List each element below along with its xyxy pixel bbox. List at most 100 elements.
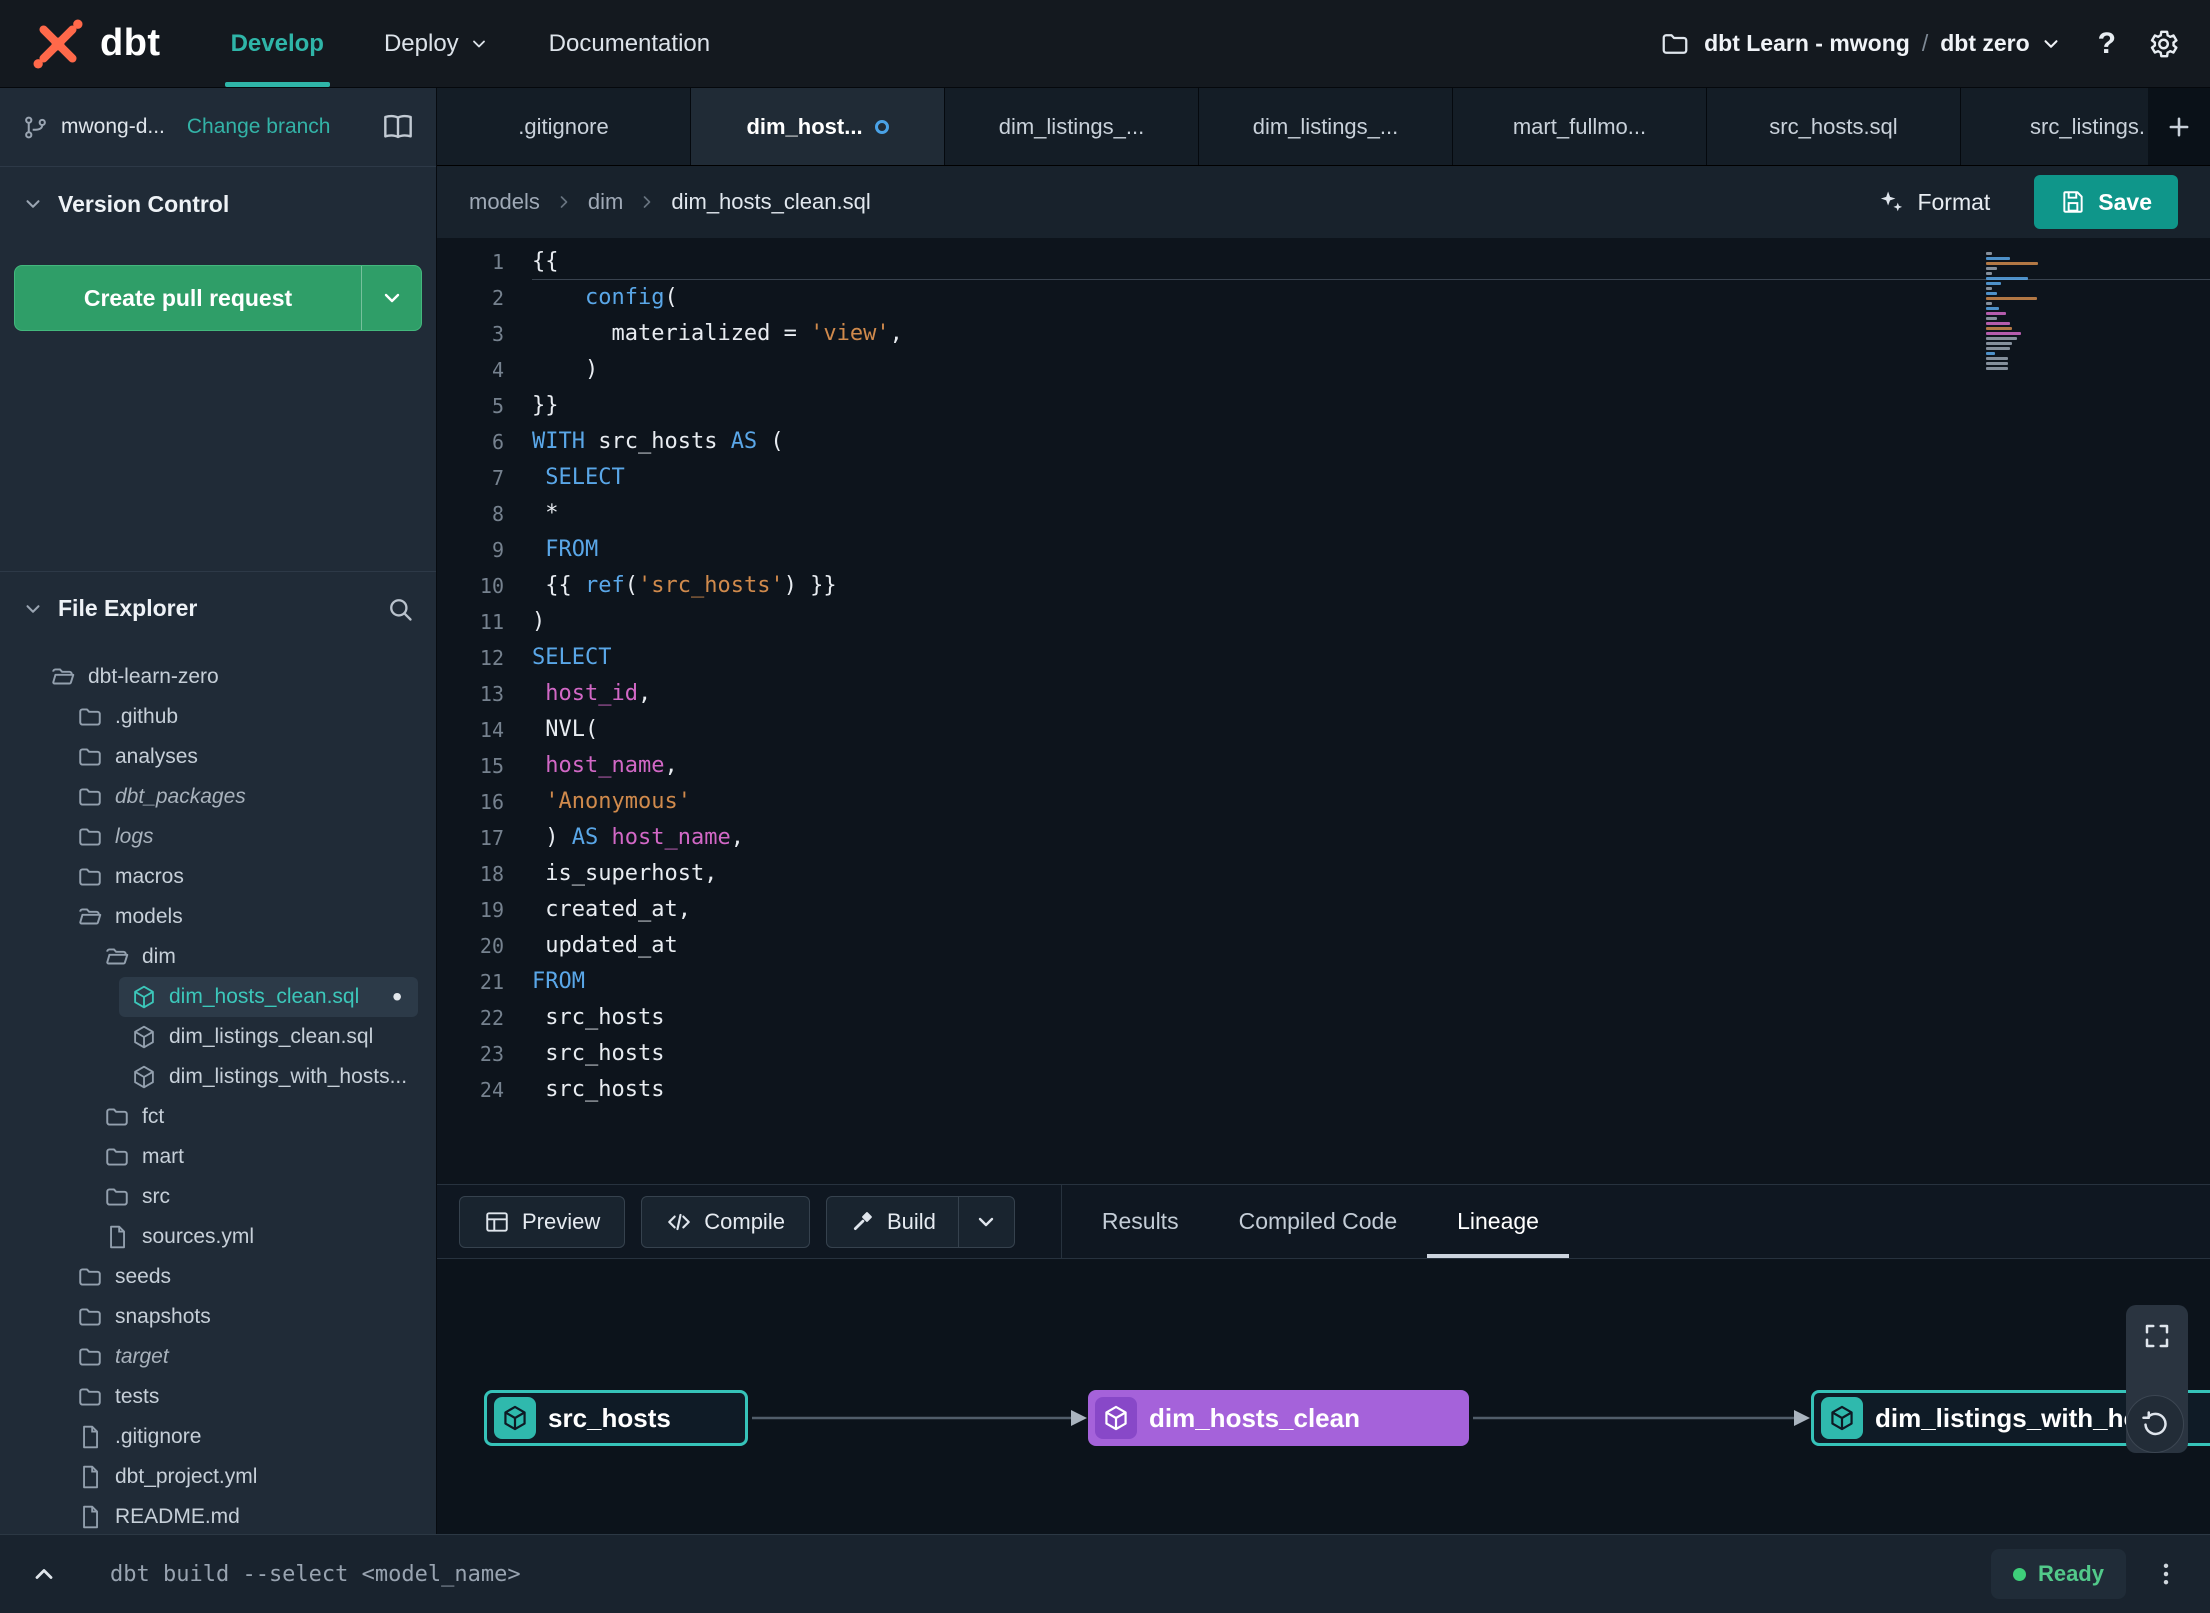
change-branch-link[interactable]: Change branch	[187, 115, 331, 139]
expand-command-panel-button[interactable]	[30, 1560, 70, 1588]
code-line[interactable]: 23 src_hosts	[437, 1036, 2210, 1072]
tree-item-mart[interactable]: mart	[0, 1137, 436, 1177]
new-tab-button[interactable]	[2148, 88, 2210, 165]
editor-tab[interactable]: .gitignore	[437, 88, 691, 165]
dbt-home-button[interactable]: dbt	[30, 0, 161, 87]
code-line[interactable]: 14 NVL(	[437, 712, 2210, 748]
code-text: SELECT	[532, 640, 2210, 676]
editor-tab-label: dim_listings_...	[998, 113, 1145, 139]
breadcrumb-item[interactable]: dim_hosts_clean.sql	[671, 189, 870, 215]
folder-icon	[104, 1144, 130, 1170]
editor-tab[interactable]: mart_fullmo...	[1453, 88, 1707, 165]
tree-item-gitignore[interactable]: .gitignore	[0, 1417, 436, 1457]
code-line[interactable]: 18 is_superhost,	[437, 856, 2210, 892]
help-button[interactable]: ?	[2098, 27, 2116, 61]
settings-button[interactable]	[2146, 27, 2180, 61]
code-token: (	[624, 573, 638, 598]
lineage-node-src-hosts[interactable]: src_hosts	[484, 1390, 748, 1446]
version-control-header[interactable]: Version Control	[0, 167, 436, 241]
tree-item-dim-listings-clean-sql[interactable]: dim_listings_clean.sql	[0, 1017, 436, 1057]
code-line[interactable]: 21 FROM	[437, 964, 2210, 1000]
minimap[interactable]	[1986, 252, 2040, 372]
refresh-icon	[2142, 1411, 2167, 1436]
tree-item-readme-md[interactable]: README.md	[0, 1497, 436, 1534]
lineage-panel[interactable]: src_hosts dim_hosts_clean dim_listings_w…	[437, 1259, 2210, 1534]
code-line[interactable]: 12 SELECT	[437, 640, 2210, 676]
minimap-line	[1986, 287, 1992, 290]
lineage-refresh-button[interactable]	[2126, 1395, 2184, 1453]
code-line[interactable]: 11)	[437, 604, 2210, 640]
breadcrumb-item[interactable]: models	[469, 189, 540, 215]
editor-tab[interactable]: dim_host...	[691, 88, 945, 165]
code-line[interactable]: 3 materialized = 'view',	[437, 316, 2210, 352]
lineage-node-dim-hosts-clean[interactable]: dim_hosts_clean	[1088, 1390, 1469, 1446]
editor-tab[interactable]: dim_listings_...	[945, 88, 1199, 165]
nav-deploy[interactable]: Deploy	[354, 0, 519, 87]
code-line[interactable]: 6 WITH src_hosts AS (	[437, 424, 2210, 460]
nav-documentation[interactable]: Documentation	[519, 0, 740, 87]
tree-item-tests[interactable]: tests	[0, 1377, 436, 1417]
preview-button[interactable]: Preview	[459, 1195, 626, 1248]
tree-item-analyses[interactable]: analyses	[0, 737, 436, 777]
code-line[interactable]: 15 host_name,	[437, 748, 2210, 784]
tree-item-dbt-packages[interactable]: dbt_packages	[0, 777, 436, 817]
tree-item-sources-yml[interactable]: sources.yml	[0, 1217, 436, 1257]
statusbar-menu-button[interactable]	[2152, 1560, 2180, 1588]
code-line[interactable]: 1 {{	[437, 244, 2210, 280]
editor-tab[interactable]: dim_listings_...	[1199, 88, 1453, 165]
code-line[interactable]: 13 host_id,	[437, 676, 2210, 712]
code-line[interactable]: 20 updated_at	[437, 928, 2210, 964]
tree-item-target[interactable]: target	[0, 1337, 436, 1377]
tree-item-dim-hosts-clean-sql[interactable]: dim_hosts_clean.sql •	[119, 977, 418, 1017]
code-line[interactable]: 5}}	[437, 388, 2210, 424]
chevron-down-icon[interactable]	[2040, 33, 2062, 55]
format-button[interactable]: Format	[1877, 188, 1990, 216]
tree-item-dim[interactable]: dim	[0, 937, 436, 977]
panel-tab-results[interactable]: Results	[1072, 1185, 1209, 1258]
tree-item-fct[interactable]: fct	[0, 1097, 436, 1137]
code-line[interactable]: 2 config(	[437, 280, 2210, 316]
save-button[interactable]: Save	[2034, 175, 2178, 229]
code-line[interactable]: 19 created_at,	[437, 892, 2210, 928]
tree-item-dbt-learn-zero[interactable]: dbt-learn-zero	[0, 657, 436, 697]
breadcrumb-item[interactable]: dim	[588, 189, 623, 215]
code-line[interactable]: 10 {{ ref('src_hosts') }}	[437, 568, 2210, 604]
panel-tab-lineage[interactable]: Lineage	[1427, 1185, 1569, 1258]
code-line[interactable]: 22 src_hosts	[437, 1000, 2210, 1036]
tree-item-seeds[interactable]: seeds	[0, 1257, 436, 1297]
code-line[interactable]: 16 'Anonymous'	[437, 784, 2210, 820]
build-dropdown[interactable]	[957, 1196, 1014, 1247]
tree-item-github[interactable]: .github	[0, 697, 436, 737]
tree-item-snapshots[interactable]: snapshots	[0, 1297, 436, 1337]
command-input[interactable]: dbt build --select <model_name>	[110, 1562, 521, 1587]
tree-item-src[interactable]: src	[0, 1177, 436, 1217]
panel-tab-compiled-code[interactable]: Compiled Code	[1209, 1185, 1428, 1258]
create-pull-request-button[interactable]: Create pull request	[14, 265, 422, 331]
compile-button[interactable]: Compile	[641, 1195, 810, 1248]
code-line[interactable]: 9 FROM	[437, 532, 2210, 568]
nav-develop[interactable]: Develop	[201, 0, 354, 87]
create-pull-request-dropdown[interactable]	[361, 266, 421, 330]
code-token: (	[664, 285, 678, 310]
code-line[interactable]: 8 *	[437, 496, 2210, 532]
build-button[interactable]: Build	[827, 1197, 958, 1247]
tree-item-macros[interactable]: macros	[0, 857, 436, 897]
code-editor[interactable]: 1{{2 config(3 materialized = 'view', 4 ) 5…	[437, 238, 2210, 1184]
editor-tab[interactable]: src_hosts.sql	[1707, 88, 1961, 165]
code-text: {{ ref('src_hosts') }}	[532, 568, 2210, 604]
file-explorer-header[interactable]: File Explorer	[0, 571, 436, 645]
code-line[interactable]: 17 ) AS host_name,	[437, 820, 2210, 856]
tree-item-dbt-project-yml[interactable]: dbt_project.yml	[0, 1457, 436, 1497]
file-search-button[interactable]	[386, 595, 414, 623]
tree-item-dim-listings-with-hosts[interactable]: dim_listings_with_hosts...	[0, 1057, 436, 1097]
code-line[interactable]: 24 src_hosts	[437, 1072, 2210, 1108]
environment-selector[interactable]: dbt zero	[1940, 30, 2029, 57]
code-line[interactable]: 4 )	[437, 352, 2210, 388]
code-line[interactable]: 7 SELECT	[437, 460, 2210, 496]
docs-book-button[interactable]	[382, 111, 414, 143]
tree-item-logs[interactable]: logs	[0, 817, 436, 857]
tree-item-models[interactable]: models	[0, 897, 436, 937]
editor-tab[interactable]: src_listings.	[1961, 88, 2148, 165]
tree-item-label: .gitignore	[115, 1425, 202, 1448]
